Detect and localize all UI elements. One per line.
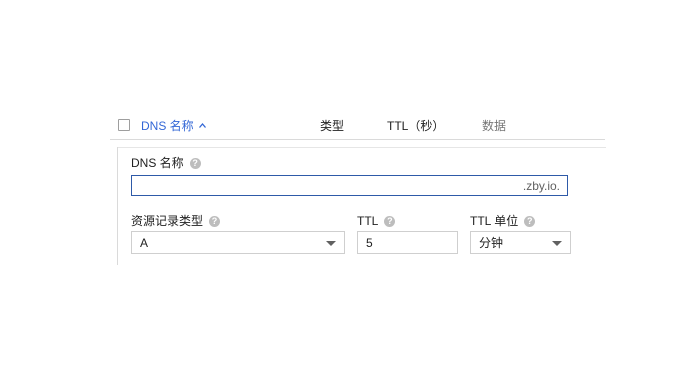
ttl-unit-label-text: TTL 单位	[470, 214, 519, 228]
column-header-type[interactable]: 类型	[320, 119, 344, 133]
help-icon[interactable]: ?	[209, 216, 221, 228]
ttl-unit-label: TTL 单位?	[470, 214, 536, 228]
record-type-label-text: 资源记录类型	[131, 214, 204, 228]
help-icon[interactable]: ?	[189, 158, 201, 170]
dns-suffix: .zby.io.	[522, 179, 560, 193]
column-header-ttl[interactable]: TTL（秒）	[387, 119, 444, 133]
help-icon[interactable]: ?	[384, 216, 396, 228]
panel-divider	[118, 147, 606, 148]
ttl-value: 5	[366, 236, 373, 250]
record-type-select[interactable]: A	[131, 231, 345, 254]
dns-name-input[interactable]: .zby.io.	[131, 175, 568, 196]
record-type-label: 资源记录类型?	[131, 214, 221, 228]
record-table-header: DNS 名称 类型 TTL（秒） 数据	[110, 113, 605, 140]
ttl-label: TTL?	[357, 214, 396, 228]
select-all-checkbox[interactable]	[118, 119, 130, 131]
ttl-unit-select[interactable]: 分钟	[470, 231, 571, 254]
caret-down-icon	[552, 241, 562, 246]
column-header-data: 数据	[482, 119, 507, 133]
help-icon[interactable]: ?	[524, 216, 536, 228]
ttl-label-text: TTL	[357, 214, 379, 228]
ttl-unit-value: 分钟	[479, 236, 504, 250]
dns-name-label: DNS 名称?	[131, 156, 201, 170]
sort-ascending-icon[interactable]	[199, 122, 206, 129]
ttl-input[interactable]: 5	[357, 231, 458, 254]
record-type-value: A	[140, 236, 149, 250]
column-header-dns-name[interactable]: DNS 名称	[141, 119, 194, 133]
dns-name-label-text: DNS 名称	[131, 156, 184, 170]
record-set-form: DNS 名称? .zby.io. 资源记录类型? A TTL? 5 TTL 单位…	[117, 147, 606, 265]
caret-down-icon	[326, 241, 336, 246]
